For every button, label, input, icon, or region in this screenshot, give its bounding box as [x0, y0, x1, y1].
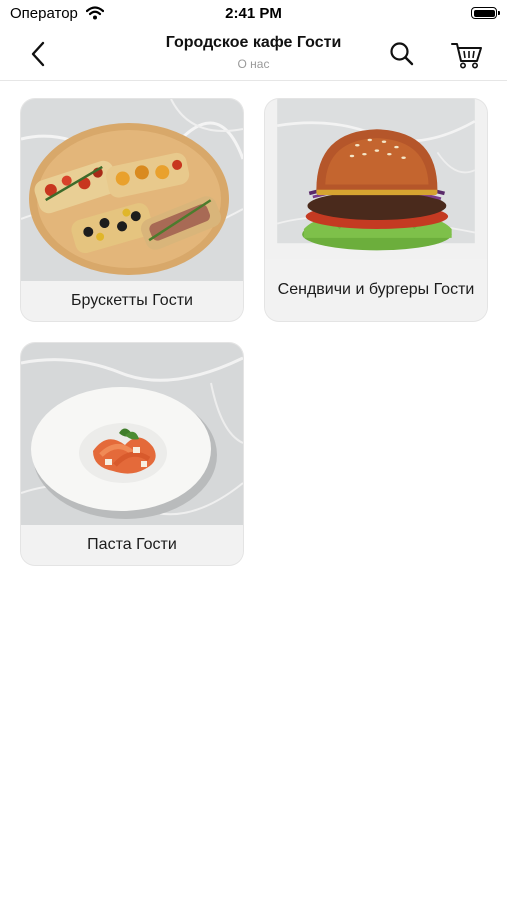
status-time: 2:41 PM — [225, 5, 282, 22]
chevron-left-icon — [31, 41, 45, 67]
bruschetta-image — [21, 99, 243, 281]
category-card-pasta[interactable]: Паста Гости — [21, 343, 243, 565]
pasta-image — [21, 343, 243, 525]
page-title: Городское кафе Гости — [165, 34, 342, 51]
back-button[interactable] — [26, 39, 50, 69]
search-button[interactable] — [388, 40, 416, 68]
search-icon — [390, 42, 414, 66]
nav-titles: Городское кафе Гости О нас — [120, 34, 387, 71]
category-label: Брускетты Гости — [21, 281, 243, 321]
navigation-bar: Городское кафе Гости О нас — [0, 28, 507, 81]
cart-button[interactable] — [450, 38, 484, 70]
category-card-burgers[interactable]: Сендвичи и бургеры Гости — [265, 99, 487, 321]
burger-image — [276, 99, 476, 251]
category-label: Сендвичи и бургеры Гости — [265, 259, 487, 321]
category-card-bruschetta[interactable]: Брускетты Гости — [21, 99, 243, 321]
battery-icon — [471, 7, 500, 19]
cart-icon — [451, 43, 482, 69]
category-label: Паста Гости — [21, 525, 243, 565]
about-link[interactable]: О нас — [120, 57, 387, 71]
status-bar: Оператор 2:41 PM — [0, 0, 507, 28]
